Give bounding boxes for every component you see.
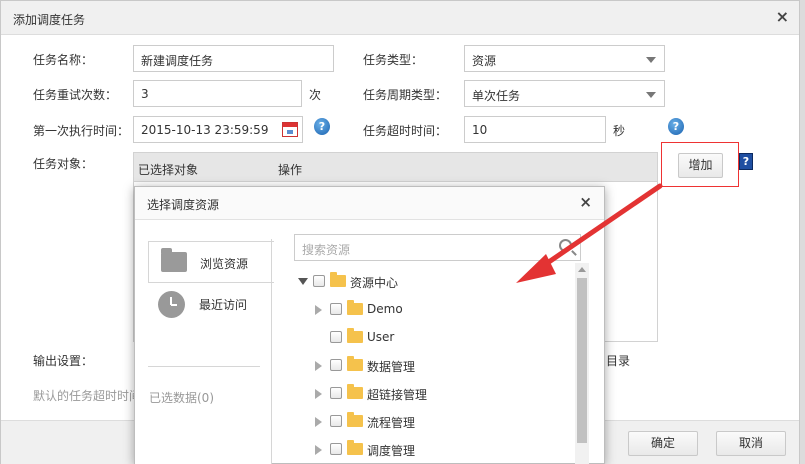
node-label: 数据管理 bbox=[367, 360, 416, 374]
node-label: 资源中心 bbox=[350, 276, 399, 290]
modal-title: 选择调度资源 bbox=[147, 198, 220, 212]
search-placeholder: 搜索资源 bbox=[302, 243, 351, 257]
node-label: 调度管理 bbox=[367, 444, 416, 458]
node-label: Demo bbox=[367, 302, 403, 316]
nav-recent-access[interactable]: 最近访问 bbox=[148, 283, 274, 325]
retry-count-input[interactable]: 3 bbox=[133, 80, 302, 107]
tree-scrollbar[interactable] bbox=[575, 263, 589, 464]
tree-node-user[interactable]: User bbox=[295, 327, 575, 349]
tree-node-demo[interactable]: Demo bbox=[295, 299, 575, 321]
node-checkbox[interactable] bbox=[330, 359, 342, 371]
timeout-unit-label: 秒 bbox=[613, 124, 626, 138]
ok-button[interactable]: 确定 bbox=[628, 431, 698, 456]
task-type-value: 资源 bbox=[472, 54, 497, 68]
nav-browse-resources[interactable]: 浏览资源 bbox=[148, 241, 274, 283]
cycle-type-select[interactable]: 单次任务 bbox=[464, 80, 665, 107]
nav-divider bbox=[148, 366, 260, 367]
first-run-input[interactable]: 2015-10-13 23:59:59 bbox=[133, 116, 303, 143]
clock-icon bbox=[158, 291, 185, 318]
grid-col-action: 操作 bbox=[278, 163, 303, 177]
folder-icon bbox=[347, 384, 363, 399]
tree-node-data-management[interactable]: 数据管理 bbox=[295, 355, 575, 377]
object-grid-header: 已选择对象 操作 bbox=[133, 152, 658, 182]
help-icon[interactable]: ? bbox=[668, 118, 684, 135]
cycle-type-label: 任务周期类型： bbox=[363, 88, 448, 102]
node-checkbox[interactable] bbox=[330, 415, 342, 427]
scrollbar-thumb[interactable] bbox=[577, 278, 587, 443]
expand-closed-icon[interactable] bbox=[315, 417, 322, 427]
node-checkbox[interactable] bbox=[330, 331, 342, 343]
task-name-input[interactable]: 新建调度任务 bbox=[133, 45, 334, 72]
help-icon[interactable]: ? bbox=[314, 118, 330, 135]
nav-label: 浏览资源 bbox=[200, 257, 249, 271]
tree-node-process-management[interactable]: 流程管理 bbox=[295, 411, 575, 433]
tree-node-resource-center[interactable]: 资源中心 bbox=[295, 271, 575, 293]
chevron-down-icon bbox=[646, 92, 656, 98]
dialog-close-icon[interactable]: × bbox=[776, 9, 789, 25]
node-checkbox[interactable] bbox=[330, 387, 342, 399]
task-object-label: 任务对象： bbox=[33, 157, 94, 171]
search-input[interactable]: 搜索资源 bbox=[294, 234, 581, 261]
node-checkbox[interactable] bbox=[313, 275, 325, 287]
resource-picker-modal: 选择调度资源 × 浏览资源 最近访问 已选数据(0) 搜索资源 资源中心 Dem… bbox=[134, 186, 605, 464]
node-label: User bbox=[367, 330, 395, 344]
node-checkbox[interactable] bbox=[330, 443, 342, 455]
nav-label: 最近访问 bbox=[199, 298, 248, 312]
tree-node-hyperlink-management[interactable]: 超链接管理 bbox=[295, 383, 575, 405]
modal-nav-pane: 浏览资源 最近访问 已选数据(0) bbox=[135, 220, 274, 464]
folder-icon bbox=[347, 440, 363, 455]
pane-divider bbox=[271, 239, 272, 464]
node-label: 流程管理 bbox=[367, 416, 416, 430]
selected-count: 已选数据(0) bbox=[149, 391, 214, 405]
timeout-input[interactable]: 10 bbox=[464, 116, 606, 143]
task-type-label: 任务类型： bbox=[363, 53, 424, 67]
output-directory-label: 目录 bbox=[606, 354, 631, 368]
expand-open-icon[interactable] bbox=[298, 278, 308, 285]
modal-close-icon[interactable]: × bbox=[579, 195, 592, 210]
grid-col-selected: 已选择对象 bbox=[138, 163, 199, 177]
expand-closed-icon[interactable] bbox=[315, 389, 322, 399]
task-name-label: 任务名称： bbox=[33, 53, 94, 67]
retry-unit-label: 次 bbox=[309, 88, 322, 102]
dialog-header: 添加调度任务 × bbox=[1, 1, 799, 35]
expand-closed-icon[interactable] bbox=[315, 361, 322, 371]
folder-icon bbox=[347, 412, 363, 427]
expand-closed-icon[interactable] bbox=[315, 305, 322, 315]
folder-icon bbox=[330, 272, 346, 287]
folder-icon bbox=[347, 328, 363, 343]
add-button[interactable]: 增加 bbox=[678, 153, 723, 178]
retry-count-label: 任务重试次数： bbox=[33, 88, 118, 102]
cycle-type-value: 单次任务 bbox=[472, 89, 521, 103]
folder-icon bbox=[347, 356, 363, 371]
folder-icon bbox=[347, 300, 363, 315]
folder-icon bbox=[161, 248, 187, 272]
resource-tree: 资源中心 Demo User 数据管理 超链接管理 流程管理 调度管理 bbox=[295, 271, 585, 464]
timeout-note: 默认的任务超时时间 bbox=[33, 389, 138, 403]
tree-node-schedule-management[interactable]: 调度管理 bbox=[295, 439, 575, 461]
search-icon[interactable] bbox=[559, 239, 572, 252]
node-label: 超链接管理 bbox=[367, 388, 428, 402]
help-book-icon[interactable]: ? bbox=[739, 153, 753, 170]
task-type-select[interactable]: 资源 bbox=[464, 45, 665, 72]
output-settings-label: 输出设置： bbox=[33, 354, 94, 368]
scroll-up-icon[interactable] bbox=[578, 267, 586, 272]
timeout-label: 任务超时时间： bbox=[363, 124, 448, 138]
dialog-title: 添加调度任务 bbox=[13, 13, 86, 27]
modal-header: 选择调度资源 × bbox=[135, 187, 604, 220]
node-checkbox[interactable] bbox=[330, 303, 342, 315]
first-run-label: 第一次执行时间： bbox=[33, 124, 130, 138]
calendar-icon[interactable] bbox=[282, 122, 298, 137]
expand-closed-icon[interactable] bbox=[315, 445, 322, 455]
cancel-button[interactable]: 取消 bbox=[716, 431, 786, 456]
chevron-down-icon bbox=[646, 57, 656, 63]
